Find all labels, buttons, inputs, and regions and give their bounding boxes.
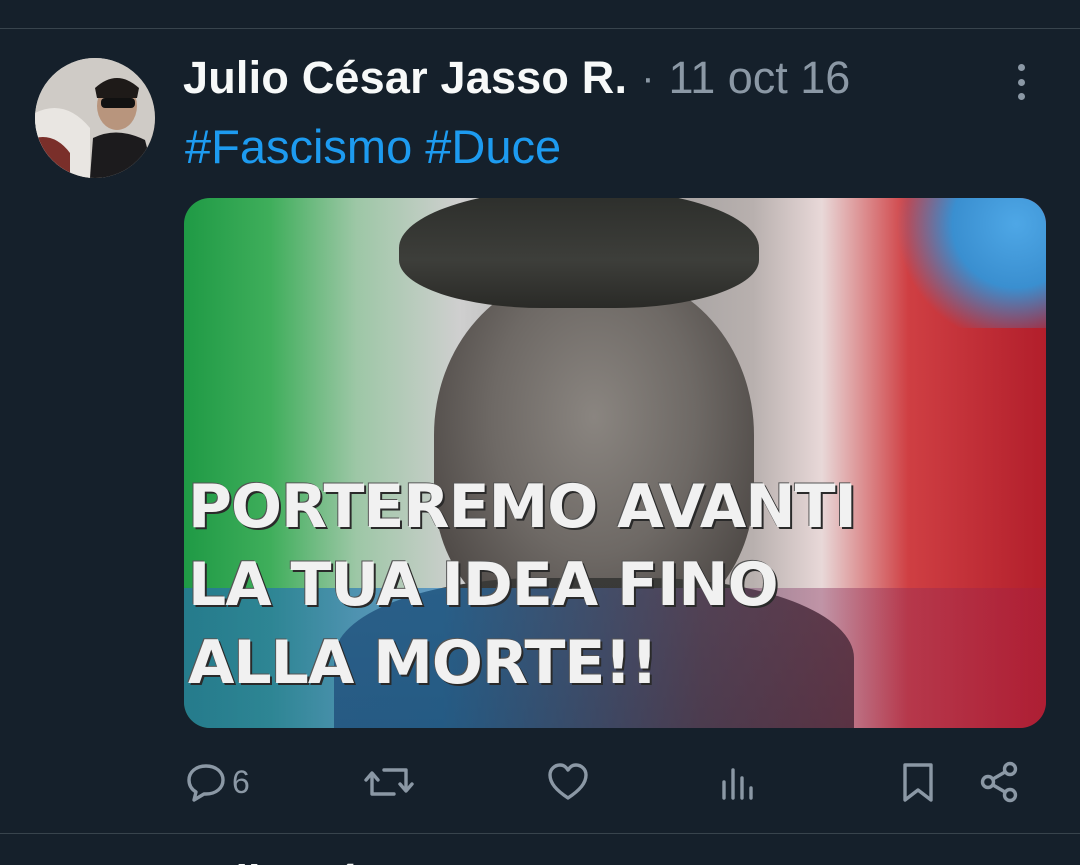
bookmark-button[interactable]: [896, 755, 940, 809]
share-icon: [980, 761, 1018, 803]
like-button[interactable]: [546, 755, 590, 809]
retweet-button[interactable]: [364, 755, 414, 809]
media-sky: [896, 198, 1046, 328]
views-button[interactable]: [716, 755, 760, 809]
reply-button[interactable]: 6: [184, 755, 250, 809]
hashtag-link[interactable]: #Duce: [425, 119, 561, 174]
tweet-media-image[interactable]: PORTEREMO AVANTI LA TUA IDEA FINO ALLA M…: [184, 198, 1046, 728]
more-dot: [1017, 64, 1025, 71]
next-tweet-author-name[interactable]: Julio César Jasso R.: [183, 852, 623, 865]
media-portrait-cap: [399, 198, 759, 308]
bottom-divider: [0, 833, 1080, 834]
tweet-text: #Fascismo #Duce: [185, 116, 574, 176]
tweet-actions: 6: [184, 755, 1044, 809]
reply-icon: [187, 764, 225, 802]
reply-count: 6: [232, 763, 250, 800]
more-options-icon[interactable]: [1004, 62, 1038, 102]
header-separator: ·: [641, 55, 655, 100]
bookmark-icon: [903, 763, 933, 802]
more-dot: [1017, 93, 1025, 100]
timestamp[interactable]: 11 oct 16: [669, 52, 851, 104]
bar-chart-icon: [722, 768, 753, 800]
tweet-header: Julio César Jasso R. · 11 oct 16: [183, 50, 850, 106]
media-caption-line: LA TUA IDEA FINO: [188, 550, 779, 620]
media-caption: PORTEREMO AVANTI LA TUA IDEA FINO ALLA M…: [188, 468, 1008, 702]
heart-icon: [548, 763, 588, 800]
share-button[interactable]: [978, 755, 1022, 809]
avatar-photo: [35, 58, 155, 178]
more-dot: [1017, 78, 1025, 86]
media-caption-line: PORTEREMO AVANTI: [188, 472, 857, 542]
timeline: Julio César Jasso R. · 11 oct 16 #Fascis…: [0, 0, 1080, 865]
media-caption-line: ALLA MORTE!!: [188, 628, 658, 698]
avatar[interactable]: [35, 58, 155, 178]
author-name[interactable]: Julio César Jasso R.: [183, 52, 627, 104]
hashtag-link[interactable]: #Fascismo: [185, 119, 412, 174]
top-divider: [0, 28, 1080, 29]
retweet-icon: [364, 768, 414, 796]
